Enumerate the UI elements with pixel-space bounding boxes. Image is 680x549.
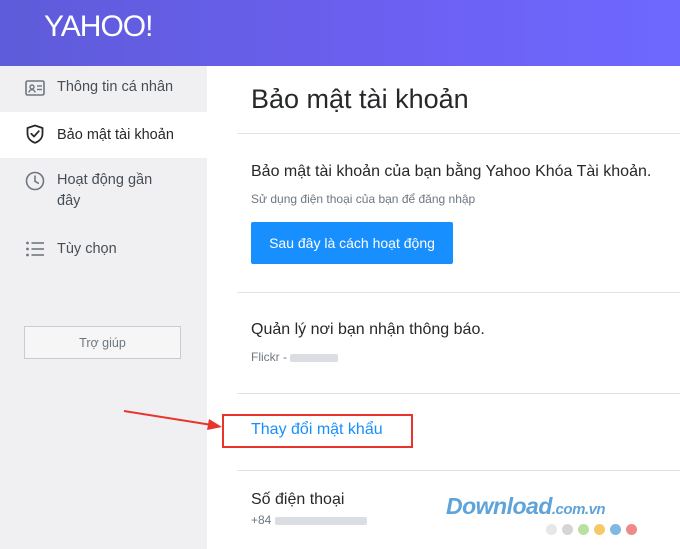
- sidebar-item-personal-info[interactable]: Thông tin cá nhân: [0, 66, 207, 112]
- notifications-prefix: Flickr -: [251, 350, 287, 364]
- change-password-link[interactable]: Thay đổi mật khẩu: [251, 421, 383, 439]
- clock-icon: [25, 171, 45, 191]
- watermark-dot: [610, 524, 621, 535]
- sidebar-item-label: Thông tin cá nhân: [57, 79, 174, 95]
- divider: [237, 470, 680, 471]
- notifications-title: Quản lý nơi bạn nhận thông báo.: [251, 321, 485, 338]
- watermark-dot: [546, 524, 557, 535]
- redacted-text: [274, 516, 367, 525]
- id-card-icon: [25, 80, 45, 96]
- watermark-dot: [562, 524, 573, 535]
- sidebar-item-label: Bảo mật tài khoản: [57, 127, 174, 143]
- sidebar-item-label: Tùy chọn: [57, 241, 117, 257]
- watermark-dot: [594, 524, 605, 535]
- watermark-text: Download: [446, 493, 552, 519]
- redacted-text: [290, 353, 339, 362]
- account-key-subtitle: Sử dụng điện thoại của bạn để đăng nhập: [251, 192, 476, 206]
- shield-icon: [26, 124, 44, 144]
- phone-title: Số điện thoại: [251, 491, 345, 508]
- list-icon: [26, 241, 44, 257]
- annotation-arrow-icon: [123, 410, 222, 430]
- watermark-dots: [546, 524, 637, 535]
- sidebar-item-options[interactable]: Tùy chọn: [0, 228, 207, 274]
- phone-prefix: +84: [251, 513, 272, 527]
- sidebar-item-recent-activity[interactable]: Hoạt động gần đây: [0, 162, 207, 218]
- notifications-subtitle: Flickr -: [251, 350, 339, 364]
- watermark-dot: [626, 524, 637, 535]
- phone-number: +84: [251, 513, 367, 527]
- header-bar: YAHOO!: [0, 0, 680, 66]
- sidebar-item-label-line2: đây: [57, 193, 81, 209]
- watermark-dot: [578, 524, 589, 535]
- help-button[interactable]: Trợ giúp: [24, 326, 181, 359]
- yahoo-logo[interactable]: YAHOO!: [44, 10, 153, 44]
- how-it-works-button[interactable]: Sau đây là cách hoạt động: [251, 222, 453, 264]
- divider: [237, 133, 680, 134]
- account-key-title: Bảo mật tài khoản của bạn bằng Yahoo Khó…: [251, 163, 652, 180]
- sidebar-item-label: Hoạt động gần: [57, 172, 153, 188]
- divider: [237, 292, 680, 293]
- page-title: Bảo mật tài khoản: [251, 84, 469, 114]
- watermark-logo: Download.com.vn: [446, 493, 606, 520]
- sidebar: Thông tin cá nhân Bảo mật tài khoản Hoạt…: [0, 66, 207, 549]
- watermark-suffix: .com.vn: [551, 501, 606, 518]
- divider: [237, 393, 680, 394]
- sidebar-item-account-security[interactable]: Bảo mật tài khoản: [0, 112, 207, 158]
